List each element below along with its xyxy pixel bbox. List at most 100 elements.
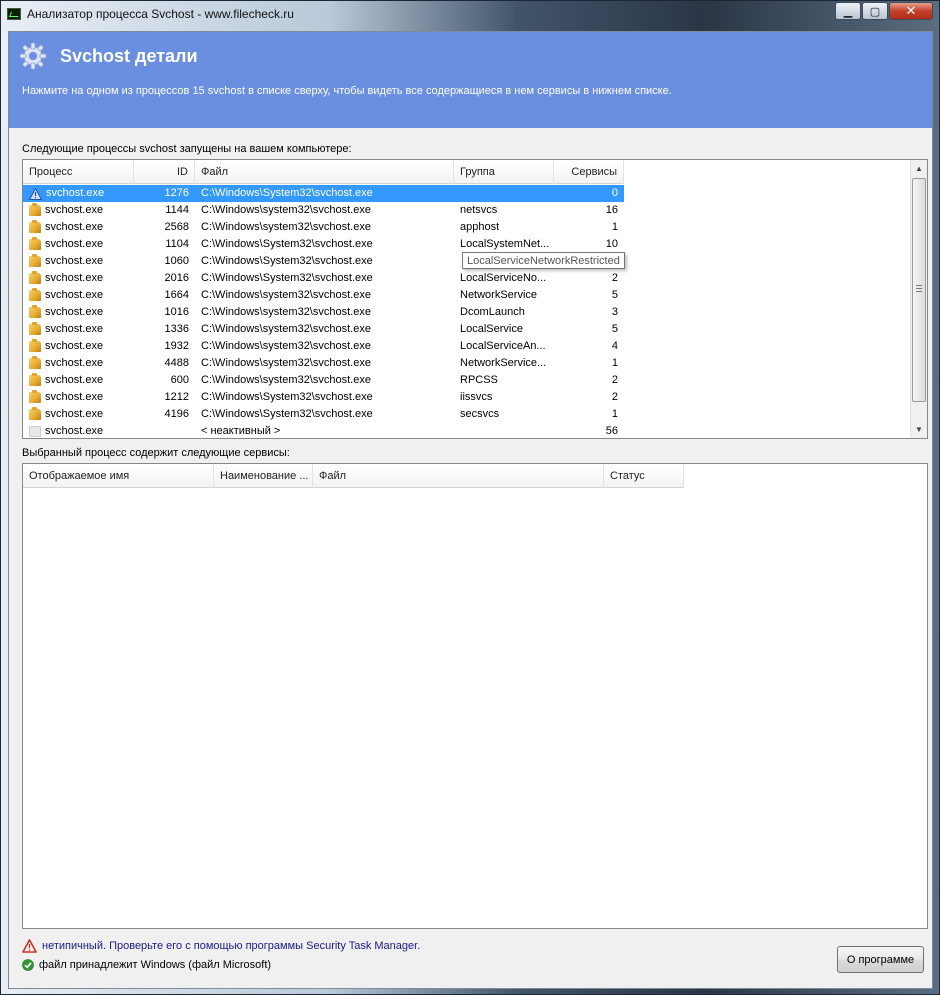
- cell-group: LocalServiceNo...: [460, 272, 547, 284]
- column-header-services[interactable]: Сервисы: [554, 160, 624, 184]
- group-tooltip: LocalServiceNetworkRestricted: [462, 252, 625, 269]
- column-header-status[interactable]: Статус: [604, 464, 684, 488]
- scroll-thumb[interactable]: [912, 178, 926, 402]
- table-row[interactable]: svchost.exe 1104 C:\Windows\System32\svcho…: [23, 236, 910, 253]
- process-name: svchost.exe: [45, 425, 104, 437]
- table-row[interactable]: svchost.exe 2016 C:\Windows\System32\svcho…: [23, 270, 910, 287]
- table-row[interactable]: svchost.exe 1336 C:\Windows\system32\svcho…: [23, 321, 910, 338]
- table-row[interactable]: svchost.exe 1212 C:\Windows\System32\svcho…: [23, 389, 910, 406]
- table-row[interactable]: svchost.exe 1144 C:\Windows\system32\svcho…: [23, 202, 910, 219]
- cell-services: 2: [611, 374, 618, 386]
- ok-text: файл принадлежит Windows (файл Microsoft…: [39, 959, 272, 971]
- process-name: svchost.exe: [45, 204, 104, 216]
- process-name: svchost.exe: [45, 272, 104, 284]
- column-header-service-name[interactable]: Наименование ...: [214, 464, 313, 488]
- column-header-display-name[interactable]: Отображаемое имя: [23, 464, 214, 488]
- cell-process: svchost.exe: [23, 304, 134, 321]
- cell-group: LocalService: [460, 323, 523, 335]
- table-row[interactable]: svchost.exe 4196 C:\Windows\System32\svcho…: [23, 406, 910, 423]
- process-list-scrollbar[interactable]: ▲ ▼: [910, 160, 927, 438]
- table-row[interactable]: svchost.exe 1932 C:\Windows\system32\svcho…: [23, 338, 910, 355]
- cell-id: [134, 423, 195, 438]
- column-header-process[interactable]: Процесс: [23, 160, 134, 184]
- title-bar[interactable]: Анализатор процесса Svchost - www.filech…: [1, 1, 939, 27]
- scroll-up-arrow-icon[interactable]: ▲: [911, 160, 927, 177]
- cell-id: 1060: [164, 255, 189, 267]
- cell-file: C:\Windows\system32\svchost.exe: [201, 323, 371, 335]
- cell-id: 1212: [164, 391, 189, 403]
- process-name: svchost.exe: [45, 221, 104, 233]
- about-button[interactable]: О программе: [837, 946, 924, 973]
- cell-services: 56: [605, 425, 618, 437]
- column-header-group[interactable]: Группа: [454, 160, 554, 184]
- folder-icon: [29, 390, 41, 403]
- cell-file: C:\Windows\System32\svchost.exe: [201, 238, 373, 250]
- table-row[interactable]: svchost.exe < неактивный > 56: [23, 423, 910, 438]
- scroll-down-arrow-icon[interactable]: ▼: [911, 421, 927, 438]
- column-header-file[interactable]: Файл: [195, 160, 454, 184]
- cell-services: 1: [611, 221, 618, 233]
- process-name: svchost.exe: [45, 306, 104, 318]
- folder-icon: [29, 305, 41, 318]
- cell-services: 2: [611, 391, 618, 403]
- process-name: svchost.exe: [45, 374, 104, 386]
- folder-icon: [29, 407, 41, 420]
- minimize-button[interactable]: ▁: [835, 2, 861, 20]
- cell-process: svchost.exe: [23, 372, 134, 389]
- cell-id: 4488: [164, 357, 189, 369]
- process-rows: svchost.exe 1276 C:\Windows\System32\svcho…: [23, 185, 910, 438]
- folder-icon: [29, 288, 41, 301]
- cell-services: 5: [611, 289, 618, 301]
- process-list[interactable]: Процесс ID Файл Группа Сервисы svchost.e…: [22, 159, 928, 439]
- cell-id: 2568: [164, 221, 189, 233]
- process-name: svchost.exe: [45, 391, 104, 403]
- services-list[interactable]: Отображаемое имя Наименование ... Файл С…: [22, 463, 928, 929]
- cell-id: 600: [170, 374, 189, 386]
- cell-file: C:\Windows\System32\svchost.exe: [195, 185, 454, 202]
- folder-icon: [29, 237, 41, 250]
- maximize-button[interactable]: ▢: [862, 2, 888, 20]
- process-name: svchost.exe: [45, 323, 104, 335]
- services-label: Выбранный процесс содержит следующие сер…: [22, 447, 290, 459]
- app-window: Анализатор процесса Svchost - www.filech…: [0, 0, 940, 995]
- folder-icon: [29, 356, 41, 369]
- table-row[interactable]: svchost.exe 2568 C:\Windows\system32\svcho…: [23, 219, 910, 236]
- cell-id: 1016: [164, 306, 189, 318]
- folder-icon: [29, 254, 41, 267]
- process-name: svchost.exe: [45, 408, 104, 420]
- table-row[interactable]: svchost.exe 1016 C:\Windows\system32\svcho…: [23, 304, 910, 321]
- cell-file: < неактивный >: [201, 425, 281, 437]
- process-name: svchost.exe: [45, 357, 104, 369]
- cell-services: 4: [611, 340, 618, 352]
- cell-process: svchost.exe: [23, 287, 134, 304]
- cell-process: svchost.exe: [23, 355, 134, 372]
- column-header-service-file[interactable]: Файл: [313, 464, 604, 488]
- cell-id: 1144: [165, 204, 189, 216]
- table-row[interactable]: svchost.exe 600 C:\Windows\system32\svchos…: [23, 372, 910, 389]
- client-area: Svchost детали Нажмите на одном из проце…: [8, 31, 933, 989]
- check-icon: [22, 959, 34, 971]
- folder-icon: [29, 322, 41, 335]
- cell-id: 2016: [164, 272, 189, 284]
- cell-services: 2: [611, 272, 618, 284]
- cell-process: svchost.exe: [23, 321, 134, 338]
- cell-process: svchost.exe: [23, 202, 134, 219]
- table-row[interactable]: svchost.exe 1664 C:\Windows\system32\svcho…: [23, 287, 910, 304]
- cell-id: 1336: [164, 323, 189, 335]
- cell-file: C:\Windows\system32\svchost.exe: [201, 374, 371, 386]
- cell-id: 1664: [164, 289, 189, 301]
- cell-file: C:\Windows\system32\svchost.exe: [201, 204, 371, 216]
- gear-icon: [19, 42, 47, 70]
- warning-icon: [29, 187, 42, 200]
- table-row[interactable]: svchost.exe 1276 C:\Windows\System32\svcho…: [23, 185, 910, 202]
- cell-group: LocalServiceAn...: [460, 340, 546, 352]
- column-header-id[interactable]: ID: [134, 160, 195, 184]
- cell-file: C:\Windows\system32\svchost.exe: [201, 221, 371, 233]
- table-row[interactable]: svchost.exe 4488 C:\Windows\system32\svcho…: [23, 355, 910, 372]
- cell-services: 1: [611, 408, 618, 420]
- cell-id: 4196: [164, 408, 189, 420]
- cell-process: svchost.exe: [23, 236, 134, 253]
- cell-group: iissvcs: [460, 391, 493, 403]
- close-button[interactable]: ✕: [889, 2, 933, 20]
- cell-group: NetworkService: [460, 289, 538, 301]
